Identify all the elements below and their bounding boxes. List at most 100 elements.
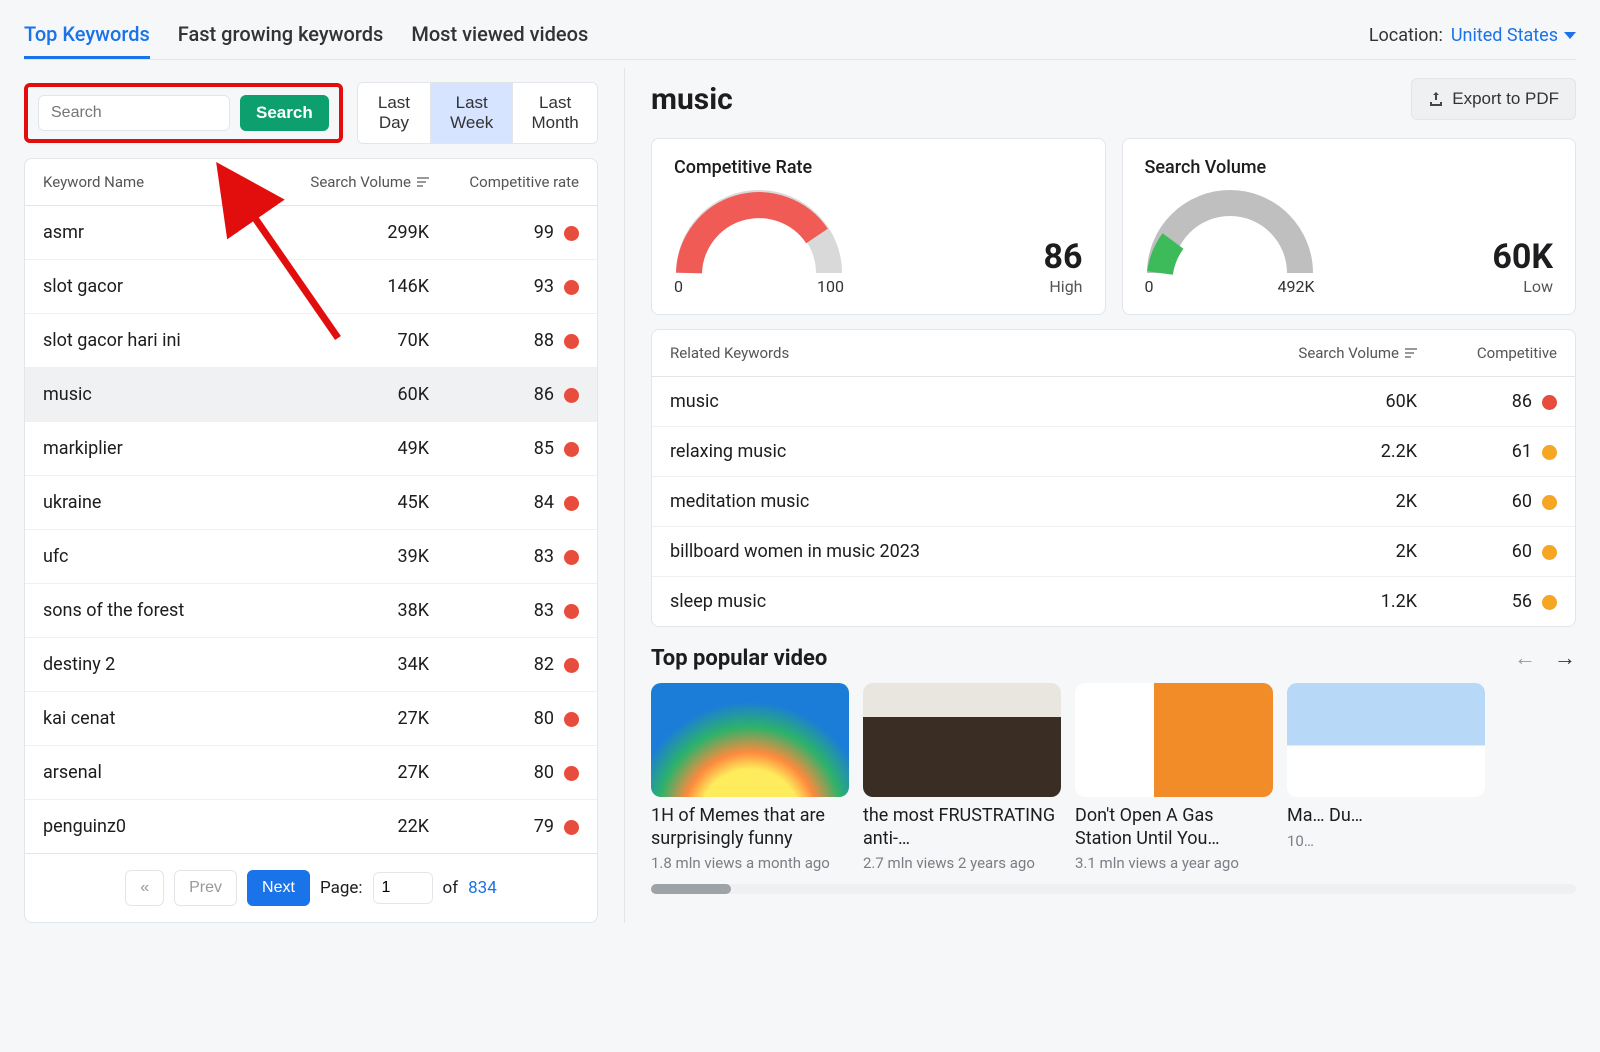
col-keyword-name[interactable]: Keyword Name xyxy=(43,173,279,191)
keyword-name: ukraine xyxy=(43,492,279,513)
page-input[interactable] xyxy=(373,872,433,904)
table-row[interactable]: destiny 234K82 xyxy=(25,638,597,692)
col-competitive-rate[interactable]: Competitive rate xyxy=(429,173,579,191)
next-button[interactable]: Next xyxy=(247,870,310,906)
table-row[interactable]: ufc39K83 xyxy=(25,530,597,584)
volume-scale-max: 492K xyxy=(1277,277,1314,296)
keyword-rate: 93 xyxy=(429,276,579,297)
tab-most-viewed[interactable]: Most viewed videos xyxy=(411,12,588,59)
sort-icon xyxy=(417,177,429,187)
total-pages: 834 xyxy=(468,878,497,898)
keyword-rate: 88 xyxy=(429,330,579,351)
related-row[interactable]: relaxing music2.2K61 xyxy=(652,427,1575,477)
col-search-volume[interactable]: Search Volume xyxy=(279,173,429,191)
video-title: Ma… Du… xyxy=(1287,805,1485,828)
related-row[interactable]: sleep music1.2K56 xyxy=(652,577,1575,626)
video-prev-icon[interactable]: ← xyxy=(1514,645,1536,671)
related-row[interactable]: billboard women in music 20232K60 xyxy=(652,527,1575,577)
video-scrollbar[interactable] xyxy=(651,884,1576,894)
table-row[interactable]: markiplier49K85 xyxy=(25,422,597,476)
sort-icon xyxy=(1405,348,1417,358)
rate-dot-icon xyxy=(564,604,579,619)
related-row[interactable]: meditation music2K60 xyxy=(652,477,1575,527)
keyword-volume: 39K xyxy=(279,546,429,567)
keyword-volume: 70K xyxy=(279,330,429,351)
chevron-down-icon xyxy=(1564,32,1576,39)
upload-icon xyxy=(1428,91,1444,107)
related-rate: 56 xyxy=(1417,591,1557,612)
pagination: « Prev Next Page: of 834 xyxy=(25,853,597,922)
tab-fast-growing[interactable]: Fast growing keywords xyxy=(178,12,384,59)
competitive-scale-min: 0 xyxy=(674,277,683,296)
table-row[interactable]: slot gacor146K93 xyxy=(25,260,597,314)
location-picker: Location: United States xyxy=(1369,25,1576,46)
keyword-rate: 85 xyxy=(429,438,579,459)
search-input[interactable] xyxy=(38,95,230,131)
video-card[interactable]: Ma… Du…10… xyxy=(1287,683,1485,872)
prev-button[interactable]: Prev xyxy=(174,870,237,906)
table-row[interactable]: asmr299K99 xyxy=(25,206,597,260)
col-rel-competitive[interactable]: Competitive xyxy=(1417,344,1557,362)
keyword-rate: 82 xyxy=(429,654,579,675)
keyword-rate: 86 xyxy=(429,384,579,405)
rate-dot-icon xyxy=(564,658,579,673)
rate-dot-icon xyxy=(1542,395,1557,410)
related-keywords-table: Related Keywords Search Volume Competiti… xyxy=(651,329,1576,627)
rate-dot-icon xyxy=(564,766,579,781)
keyword-rate: 84 xyxy=(429,492,579,513)
keyword-volume: 45K xyxy=(279,492,429,513)
keyword-rate: 99 xyxy=(429,222,579,243)
table-row[interactable]: slot gacor hari ini70K88 xyxy=(25,314,597,368)
table-row[interactable]: music60K86 xyxy=(25,368,597,422)
volume-level: Low xyxy=(1492,277,1553,296)
table-row[interactable]: penguinz022K79 xyxy=(25,800,597,853)
video-title: the most FRUSTRATING anti-… xyxy=(863,805,1061,850)
col-related-keywords[interactable]: Related Keywords xyxy=(670,344,1247,362)
keyword-name: destiny 2 xyxy=(43,654,279,675)
table-row[interactable]: ukraine45K84 xyxy=(25,476,597,530)
related-rate: 60 xyxy=(1417,541,1557,562)
main-tabs: Top Keywords Fast growing keywords Most … xyxy=(24,12,588,59)
search-button[interactable]: Search xyxy=(240,95,329,131)
table-row[interactable]: kai cenat27K80 xyxy=(25,692,597,746)
location-value[interactable]: United States xyxy=(1451,25,1576,46)
rate-dot-icon xyxy=(1542,545,1557,560)
rate-dot-icon xyxy=(564,442,579,457)
video-next-icon[interactable]: → xyxy=(1554,645,1576,671)
video-meta: 2.7 mln views 2 years ago xyxy=(863,854,1061,872)
competitive-level: High xyxy=(1043,277,1082,296)
keyword-rate: 80 xyxy=(429,762,579,783)
video-title: 1H of Memes that are surprisingly funny xyxy=(651,805,849,850)
gauge-volume: Search Volume 0 492K xyxy=(1122,138,1577,315)
keyword-rate: 83 xyxy=(429,600,579,621)
volume-gauge-arc xyxy=(1145,188,1315,278)
period-last-day[interactable]: Last Day xyxy=(358,83,430,143)
keyword-volume: 34K xyxy=(279,654,429,675)
keyword-rate: 83 xyxy=(429,546,579,567)
rate-dot-icon xyxy=(1542,495,1557,510)
rate-dot-icon xyxy=(564,712,579,727)
keyword-volume: 22K xyxy=(279,816,429,837)
period-last-month[interactable]: Last Month xyxy=(512,83,597,143)
table-row[interactable]: sons of the forest38K83 xyxy=(25,584,597,638)
export-pdf-button[interactable]: Export to PDF xyxy=(1411,78,1576,120)
video-thumbnail xyxy=(1287,683,1485,797)
video-card[interactable]: the most FRUSTRATING anti-… 2.7 mln views… xyxy=(863,683,1061,872)
tab-top-keywords[interactable]: Top Keywords xyxy=(24,12,150,59)
video-card[interactable]: 1H of Memes that are surprisingly funny1… xyxy=(651,683,849,872)
rate-dot-icon xyxy=(564,388,579,403)
volume-scale-min: 0 xyxy=(1145,277,1154,296)
related-volume: 1.2K xyxy=(1247,591,1417,612)
table-row[interactable]: arsenal27K80 xyxy=(25,746,597,800)
keywords-table: Keyword Name Search Volume Competitive r… xyxy=(24,158,598,923)
related-rate: 86 xyxy=(1417,391,1557,412)
video-meta: 3.1 mln views a year ago xyxy=(1075,854,1273,872)
video-card[interactable]: Don't Open A Gas Station Until You…3.1 m… xyxy=(1075,683,1273,872)
related-row[interactable]: music60K86 xyxy=(652,377,1575,427)
first-page-button[interactable]: « xyxy=(125,870,164,906)
col-rel-volume[interactable]: Search Volume xyxy=(1247,344,1417,362)
period-toggle: Last Day Last Week Last Month xyxy=(357,82,598,144)
video-thumbnail xyxy=(651,683,849,797)
period-last-week[interactable]: Last Week xyxy=(430,83,512,143)
competitive-scale-max: 100 xyxy=(817,277,844,296)
